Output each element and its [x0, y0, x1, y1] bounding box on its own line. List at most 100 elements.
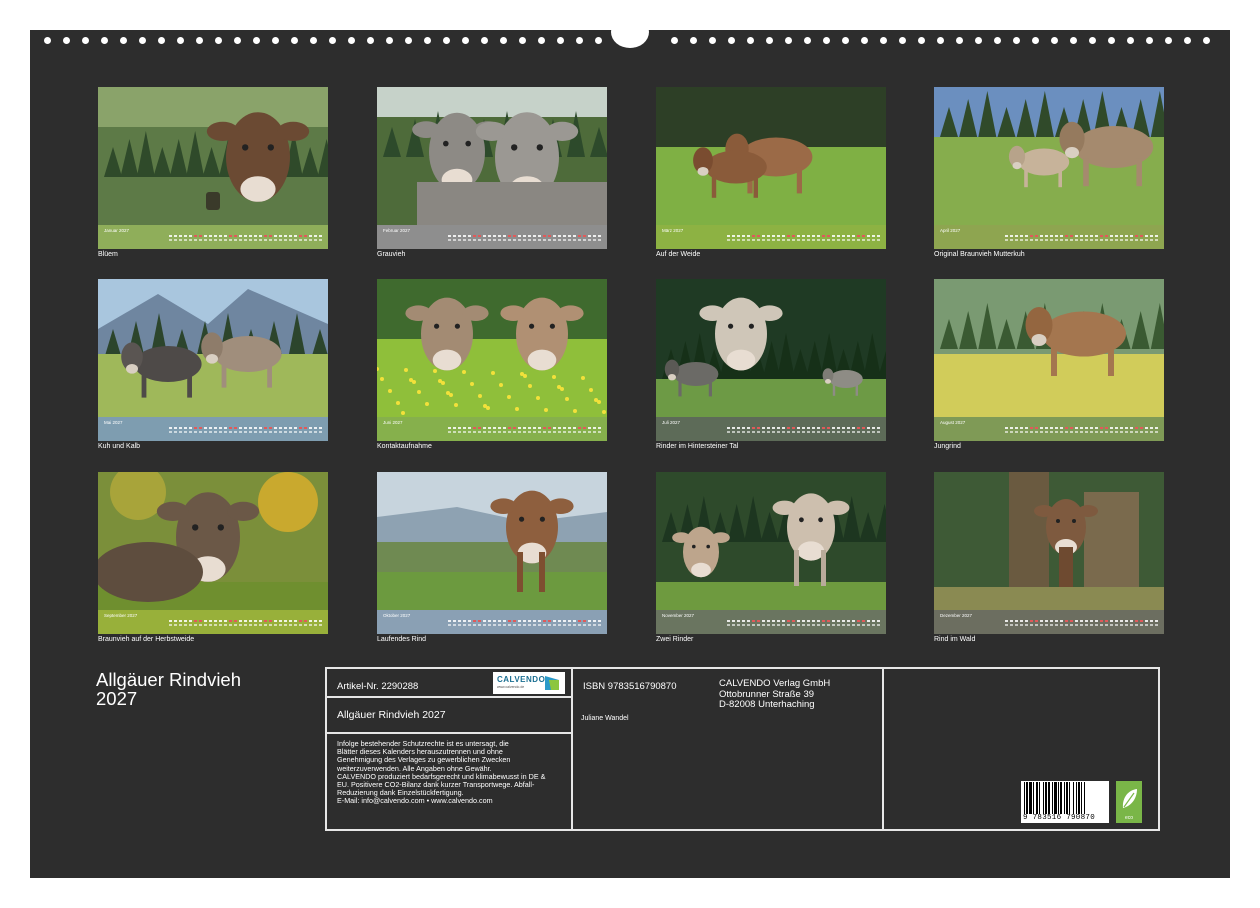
month-photo — [656, 87, 886, 225]
binding-hole — [405, 37, 412, 44]
binding-hole — [462, 37, 469, 44]
month-calendar-bar: Dezember 2027 — [934, 610, 1164, 634]
month-calendar-bar: Mai 2027 — [98, 417, 328, 441]
month-caption: Zwei Rinder — [656, 636, 694, 643]
binding-hole — [329, 37, 336, 44]
divider — [882, 669, 884, 829]
month-caption: Kuh und Kalb — [98, 443, 141, 450]
binding-hole — [177, 37, 184, 44]
author: Juliane Wandel — [581, 715, 629, 722]
binding-hole — [880, 37, 887, 44]
month-caption: Original Braunvieh Mutterkuh — [934, 251, 1025, 258]
month-days-grid — [726, 423, 882, 433]
binding-hole — [671, 37, 678, 44]
month-photo — [656, 279, 886, 417]
publisher-name: CALVENDO Verlag GmbH — [719, 678, 831, 689]
binding-hole — [1070, 37, 1077, 44]
binding-hole — [44, 37, 51, 44]
month-caption: Laufendes Rind — [377, 636, 427, 643]
binding-hole — [994, 37, 1001, 44]
month-caption: Blüem — [98, 251, 118, 258]
month-caption: Grauvieh — [377, 251, 406, 258]
binding-hole — [63, 37, 70, 44]
logo-subtext: www.calvendo.de — [497, 685, 525, 689]
eco-label: eco — [1124, 815, 1134, 821]
binding-hole — [272, 37, 279, 44]
month-calendar-bar: Februar 2027 — [377, 225, 607, 249]
binding-hole — [538, 37, 545, 44]
month-calendar-bar: März 2027 — [656, 225, 886, 249]
divider — [327, 696, 571, 698]
calendar-title-line1: Allgäuer Rindvieh — [96, 669, 242, 690]
binding-hole — [1203, 37, 1210, 44]
binding-hole — [842, 37, 849, 44]
month-calendar-bar: November 2027 — [656, 610, 886, 634]
month-days-grid — [168, 423, 324, 433]
binding-hole — [1165, 37, 1172, 44]
binding-hole — [1032, 37, 1039, 44]
month-label: Februar 2027 — [383, 228, 411, 233]
month-calendar-bar: April 2027 — [934, 225, 1164, 249]
publisher-address: CALVENDO Verlag GmbH Ottobrunner Straße … — [719, 678, 831, 711]
month-label: Dezember 2027 — [940, 613, 973, 618]
binding-hole — [1089, 37, 1096, 44]
binding-hole — [234, 37, 241, 44]
month-calendar-bar: Juli 2027 — [656, 417, 886, 441]
binding-hole — [519, 37, 526, 44]
binding-hole — [101, 37, 108, 44]
month-photo — [98, 87, 328, 225]
month-days-grid — [447, 423, 603, 433]
binding-hole — [1051, 37, 1058, 44]
binding-hole — [310, 37, 317, 44]
product-title: Allgäuer Rindvieh 2027 — [337, 709, 446, 721]
month-calendar-bar: Januar 2027 — [98, 225, 328, 249]
binding-hole — [823, 37, 830, 44]
binding-hole — [595, 37, 602, 44]
calendar-back-cover: Januar 2027 Blüem Februar 2027 Grauvieh März… — [30, 16, 1230, 878]
month-days-grid — [1004, 616, 1160, 626]
month-photo — [656, 472, 886, 610]
month-label: März 2027 — [662, 228, 684, 233]
binding-hole — [348, 37, 355, 44]
month-days-grid — [447, 616, 603, 626]
binding-hole — [918, 37, 925, 44]
binding-hole — [82, 37, 89, 44]
binding-hole — [1127, 37, 1134, 44]
month-days-grid — [168, 231, 324, 241]
binding-hole — [1146, 37, 1153, 44]
binding-hole — [291, 37, 298, 44]
binding-hole — [747, 37, 754, 44]
eco-badge: eco — [1116, 781, 1142, 823]
binding-hole — [215, 37, 222, 44]
month-photo — [377, 279, 607, 417]
month-photo — [934, 279, 1164, 417]
binding-hole — [1013, 37, 1020, 44]
month-caption: Rind im Wald — [934, 636, 976, 643]
month-photo — [934, 87, 1164, 225]
binding-hole — [975, 37, 982, 44]
binding-hole — [424, 37, 431, 44]
binding-hole — [120, 37, 127, 44]
month-days-grid — [168, 616, 324, 626]
month-days-grid — [726, 616, 882, 626]
binding-hole — [899, 37, 906, 44]
legal-line: E-Mail: info@calvendo.com • www.calvendo… — [337, 796, 493, 806]
month-photo — [377, 87, 607, 225]
binding-hole — [956, 37, 963, 44]
month-days-grid — [1004, 423, 1160, 433]
barcode-number: 9 783516 790870 — [1023, 814, 1096, 822]
calendar-title: Allgäuer Rindvieh 2027 — [96, 670, 296, 708]
month-label: April 2027 — [940, 228, 961, 233]
month-days-grid — [726, 231, 882, 241]
binding-hole — [253, 37, 260, 44]
month-label: Mai 2027 — [104, 420, 123, 425]
month-photo — [98, 279, 328, 417]
binding-hole — [139, 37, 146, 44]
binding-hole — [804, 37, 811, 44]
month-label: Januar 2027 — [104, 228, 130, 233]
binding-hole — [861, 37, 868, 44]
binding-hole — [766, 37, 773, 44]
month-calendar-bar: September 2027 — [98, 610, 328, 634]
leaf-icon — [1122, 789, 1137, 808]
binding-hole — [709, 37, 716, 44]
